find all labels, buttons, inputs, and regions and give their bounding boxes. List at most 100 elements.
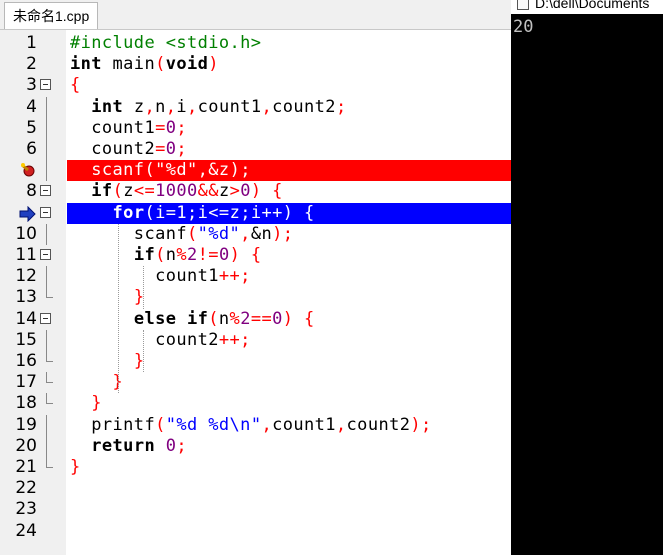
code-token: %	[176, 245, 188, 265]
code-text: if(n%2!=0) {	[70, 245, 261, 266]
code-token: n	[155, 96, 166, 117]
line-number: 4	[26, 96, 37, 117]
code-line[interactable]: 1 #include <stdio.h>	[0, 33, 511, 54]
code-token: }	[91, 393, 102, 414]
code-line[interactable]: 22	[0, 478, 511, 499]
code-token: count2	[272, 96, 336, 117]
code-line[interactable]: 19 printf("%d %d\n",count1,count2);	[0, 414, 511, 436]
line-number: 24	[15, 520, 37, 541]
console-title-bar: D:\dell\Documents	[511, 0, 663, 14]
fold-toggle-icon[interactable]	[40, 79, 51, 91]
code-line[interactable]: 23	[0, 499, 511, 520]
code-line[interactable]: 2 int main(void)	[0, 54, 511, 75]
line-number: 6	[26, 139, 37, 159]
code-text: scanf("%d",&n);	[70, 224, 293, 245]
code-token: )	[208, 54, 219, 75]
code-line[interactable]: 15 count2++;	[0, 329, 511, 351]
code-token: 0	[240, 181, 251, 202]
code-line[interactable]: 7 scanf("%d",&z);	[0, 160, 511, 182]
code-token: =	[155, 117, 166, 138]
indent-guide	[118, 223, 119, 394]
fold-guide	[46, 117, 47, 139]
fold-toggle-icon[interactable]	[40, 312, 51, 324]
line-number: 10	[15, 223, 37, 244]
fold-guide	[46, 223, 47, 245]
breakpoint-icon[interactable]	[20, 162, 36, 178]
code-token: scanf	[70, 223, 187, 244]
code-text: scanf("%d",&z);	[70, 160, 251, 181]
code-line[interactable]: 12 count1++;	[0, 266, 511, 288]
code-token: ;	[240, 202, 251, 223]
code-line[interactable]: 17 }	[0, 372, 511, 393]
code-line[interactable]: 8 if(z<=1000&&z>0) {	[0, 181, 511, 202]
code-token: &&	[197, 181, 219, 202]
code-text: }	[70, 393, 102, 414]
code-token: ,	[335, 414, 347, 435]
code-token: if	[91, 181, 113, 202]
code-token: %	[229, 308, 241, 329]
code-text: }	[70, 287, 144, 308]
code-token: (	[155, 414, 166, 435]
fold-guide	[46, 160, 47, 182]
code-token: (	[155, 245, 166, 265]
code-line[interactable]: 9 for(i=1;i<=z;i++) {	[0, 202, 511, 224]
tab-file[interactable]: 未命名1.cpp	[4, 2, 99, 29]
code-token: i	[155, 202, 166, 223]
code-token: int	[70, 54, 102, 75]
code-line[interactable]: 18 }	[0, 393, 511, 414]
code-token: 0	[165, 139, 177, 159]
fold-end-marker	[46, 467, 53, 468]
code-line[interactable]: 11 if(n%2!=0) {	[0, 245, 511, 266]
code-token: i	[197, 202, 209, 223]
fold-guide	[46, 435, 47, 457]
code-token: (	[208, 308, 219, 329]
fold-toggle-icon[interactable]	[40, 206, 51, 218]
line-number: 5	[26, 117, 37, 138]
fold-end-marker	[46, 403, 53, 405]
console-output: 20	[513, 17, 534, 37]
fold-toggle-icon[interactable]	[40, 185, 51, 197]
code-line[interactable]: 24	[0, 521, 511, 542]
code-line[interactable]: 6 count2=0;	[0, 139, 511, 160]
code-token: count2	[70, 329, 219, 350]
code-text: {	[70, 75, 81, 96]
code-line[interactable]: 16 }	[0, 351, 511, 372]
code-line[interactable]: 10 scanf("%d",&n);	[0, 223, 511, 245]
fold-end-marker	[46, 361, 53, 362]
fold-guide	[46, 96, 47, 118]
code-editor[interactable]: 未命名1.cpp 1 #include <stdio.h> 2 int main(vo…	[0, 0, 511, 555]
code-token: ,	[197, 160, 209, 181]
execution-arrow-icon	[19, 205, 36, 222]
line-number: 17	[15, 372, 37, 393]
code-line[interactable]: 14 else if(n%2==0) {	[0, 309, 511, 330]
code-token: return	[91, 435, 156, 456]
code-text: }	[70, 351, 144, 372]
code-token: if	[133, 245, 156, 265]
code-line[interactable]: 20 return 0;	[0, 435, 511, 457]
code-line[interactable]: 3{	[0, 75, 511, 96]
code-token: &z	[208, 160, 230, 181]
console-window[interactable]: D:\dell\Documents 20	[511, 0, 663, 555]
code-line[interactable]: 13 }	[0, 287, 511, 308]
indent-guide	[143, 329, 144, 373]
code-token: ) {	[250, 181, 283, 202]
code-line[interactable]: 4 int z,n,i,count1,count2;	[0, 96, 511, 118]
console-app-icon	[517, 0, 529, 10]
code-token: n	[165, 245, 177, 265]
code-token: ;	[187, 202, 198, 223]
code-token: "%d %d\n"	[165, 414, 262, 435]
code-token: z	[123, 96, 145, 117]
line-number: 15	[15, 329, 37, 350]
indent-guide	[143, 266, 144, 309]
fold-toggle-icon[interactable]	[40, 249, 51, 260]
code-text: else if(n%2==0) {	[70, 309, 315, 330]
code-line[interactable]: 21}	[0, 457, 511, 478]
code-line[interactable]: 5 count1=0;	[0, 117, 511, 139]
